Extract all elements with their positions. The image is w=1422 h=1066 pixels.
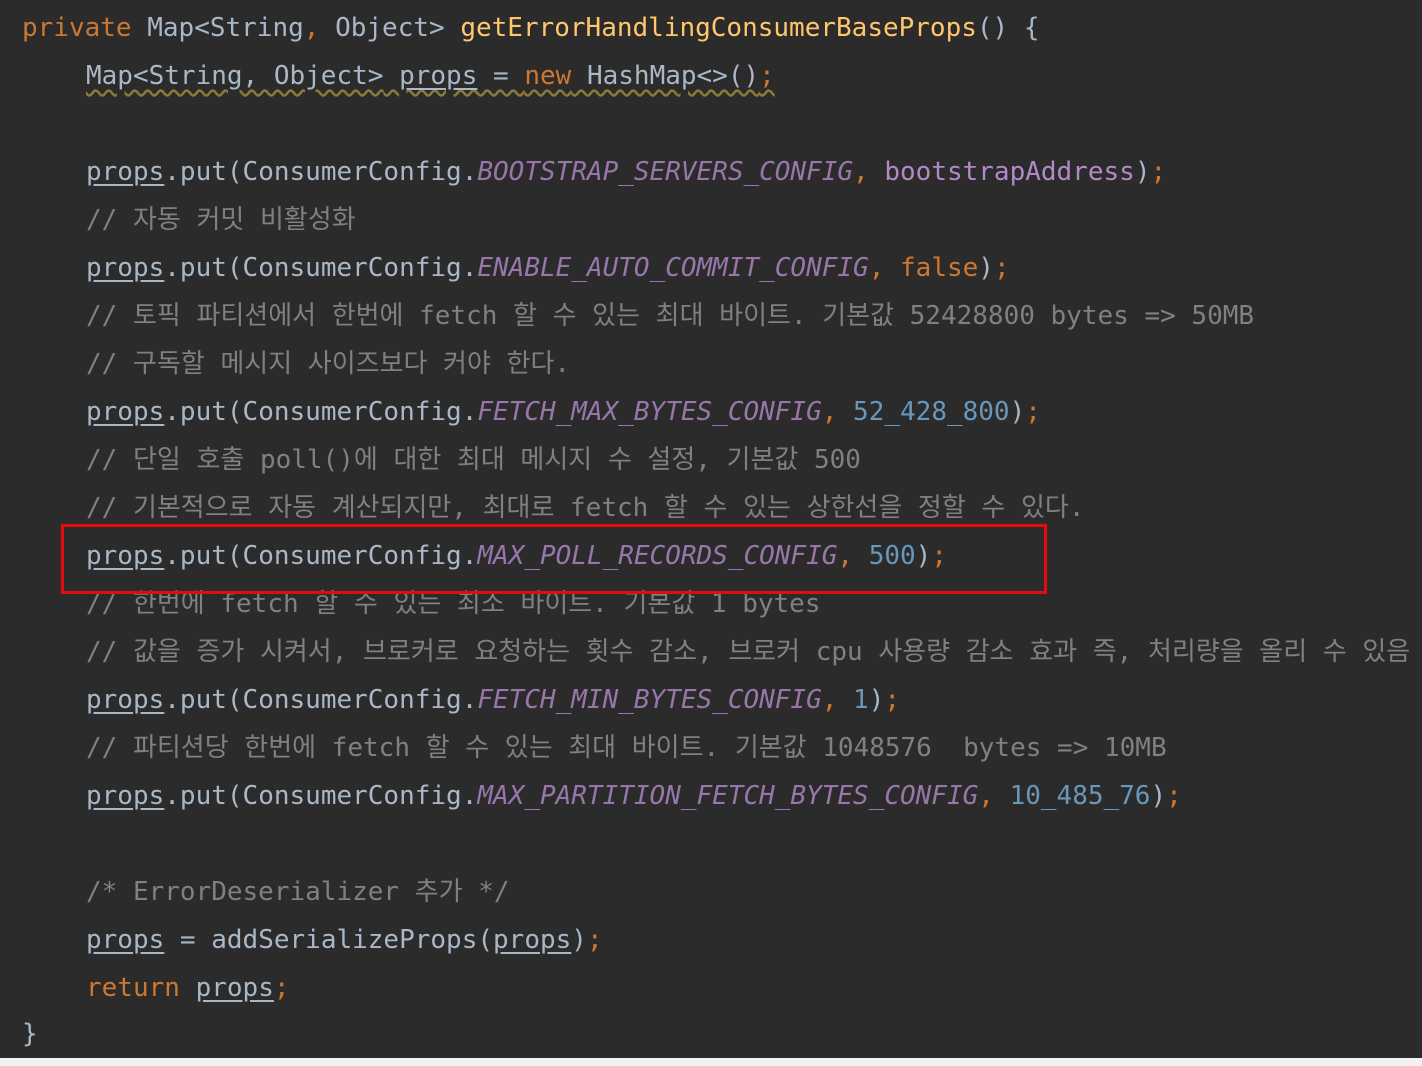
put-value: 52_428_800 (853, 397, 1010, 427)
bottom-strip (0, 1058, 1422, 1066)
comment-line: // 토픽 파티션에서 한번에 fetch 할 수 있는 최대 바이트. 기본값… (86, 301, 1255, 331)
method-call: addSerializeProps( (211, 925, 494, 955)
closing-brace: } (22, 1019, 38, 1049)
comment-line: // 구독할 메시지 사이즈보다 커야 한다. (86, 349, 571, 379)
put-enable-auto-commit-line[interactable]: props.put(ConsumerConfig.ENABLE_AUTO_COM… (86, 244, 1010, 292)
put-max-poll-records-line[interactable]: props.put(ConsumerConfig.MAX_POLL_RECORD… (86, 532, 947, 580)
props-argument: props (493, 925, 572, 955)
config-constant: ENABLE_AUTO_COMMIT_CONFIG (477, 253, 869, 283)
props-variable: props (399, 61, 478, 91)
props-variable: props (86, 541, 165, 571)
method-name: getErrorHandlingConsumerBaseProps (460, 13, 977, 43)
return-type-post: Object> (319, 13, 445, 43)
props-variable: props (86, 253, 165, 283)
decl-semicolon: ; (759, 61, 775, 91)
block-comment-line: /* ErrorDeserializer 추가 */ (86, 877, 510, 907)
put-prefix: .put(ConsumerConfig. (164, 157, 478, 187)
props-variable: props (86, 397, 165, 427)
comment-line: // 단일 호출 poll()에 대한 최대 메시지 수 설정, 기본값 500 (86, 445, 861, 475)
put-prefix: .put(ConsumerConfig. (164, 397, 478, 427)
assign-eq: = (164, 925, 212, 955)
props-variable: props (195, 973, 274, 1003)
semicolon: ; (273, 973, 290, 1003)
code-editor[interactable]: private Map<String, Object> getErrorHand… (0, 0, 1422, 1066)
put-value: 500 (868, 541, 916, 571)
config-constant: BOOTSTRAP_SERVERS_CONFIG (477, 157, 854, 187)
props-variable: props (86, 157, 165, 187)
decl-type: Map<String, Object> (86, 61, 384, 91)
comment-line: // 기본적으로 자동 계산되지만, 최대로 fetch 할 수 있는 상한선을… (86, 493, 1085, 523)
put-prefix: .put(ConsumerConfig. (164, 781, 478, 811)
put-max-partition-fetch-bytes-line[interactable]: props.put(ConsumerConfig.MAX_PARTITION_F… (86, 772, 1182, 820)
props-declaration-line[interactable]: Map<String, Object> props = new HashMap<… (86, 52, 775, 100)
semicolon: ; (586, 925, 603, 955)
put-prefix: .put(ConsumerConfig. (164, 685, 478, 715)
params-open: () { (976, 13, 1040, 43)
comment-line: // 파티션당 한번에 fetch 할 수 있는 최대 바이트. 기본값 104… (86, 733, 1167, 763)
config-constant: MAX_POLL_RECORDS_CONFIG (477, 541, 838, 571)
decl-assign: = (477, 61, 525, 91)
config-constant: FETCH_MAX_BYTES_CONFIG (477, 397, 822, 427)
props-variable: props (86, 925, 165, 955)
comment-line: // 값을 증가 시켜서, 브로커로 요청하는 횟수 감소, 브로커 cpu 사… (86, 637, 1411, 667)
put-fetch-max-bytes-line[interactable]: props.put(ConsumerConfig.FETCH_MAX_BYTES… (86, 388, 1041, 436)
add-serialize-props-line[interactable]: props = addSerializeProps(props); (86, 916, 603, 964)
type-comma: , (303, 13, 320, 43)
stmt-close: ) (1134, 157, 1151, 187)
declaration-warning: Map<String, Object> props = new HashMap<… (86, 61, 775, 91)
put-prefix: .put(ConsumerConfig. (164, 253, 478, 283)
config-constant: FETCH_MIN_BYTES_CONFIG (477, 685, 822, 715)
put-fetch-min-bytes-line[interactable]: props.put(ConsumerConfig.FETCH_MIN_BYTES… (86, 676, 900, 724)
put-prefix: .put(ConsumerConfig. (164, 541, 478, 571)
return-keyword: return (86, 973, 180, 1003)
config-constant: MAX_PARTITION_FETCH_BYTES_CONFIG (477, 781, 979, 811)
put-value: bootstrapAddress (884, 157, 1135, 187)
comment-line: // 한번에 fetch 할 수 있는 최소 바이트. 기본값 1 bytes (86, 589, 821, 619)
comment-line: // 자동 커밋 비활성화 (86, 205, 356, 235)
put-bootstrap-servers-line[interactable]: props.put(ConsumerConfig.BOOTSTRAP_SERVE… (86, 148, 1166, 196)
modifier-keyword: private (22, 13, 132, 43)
return-line[interactable]: return props; (86, 964, 290, 1012)
call-close: ) (571, 925, 587, 955)
new-keyword: new (524, 61, 572, 91)
return-type-pre: Map<String (147, 13, 304, 43)
put-value: 1 (853, 685, 869, 715)
method-signature-line[interactable]: private Map<String, Object> getErrorHand… (22, 4, 1040, 52)
props-variable: props (86, 685, 165, 715)
put-value: 10_485_76 (1009, 781, 1151, 811)
props-variable: props (86, 781, 165, 811)
put-value: false (900, 253, 979, 283)
decl-ctor: HashMap<>() (571, 61, 760, 91)
